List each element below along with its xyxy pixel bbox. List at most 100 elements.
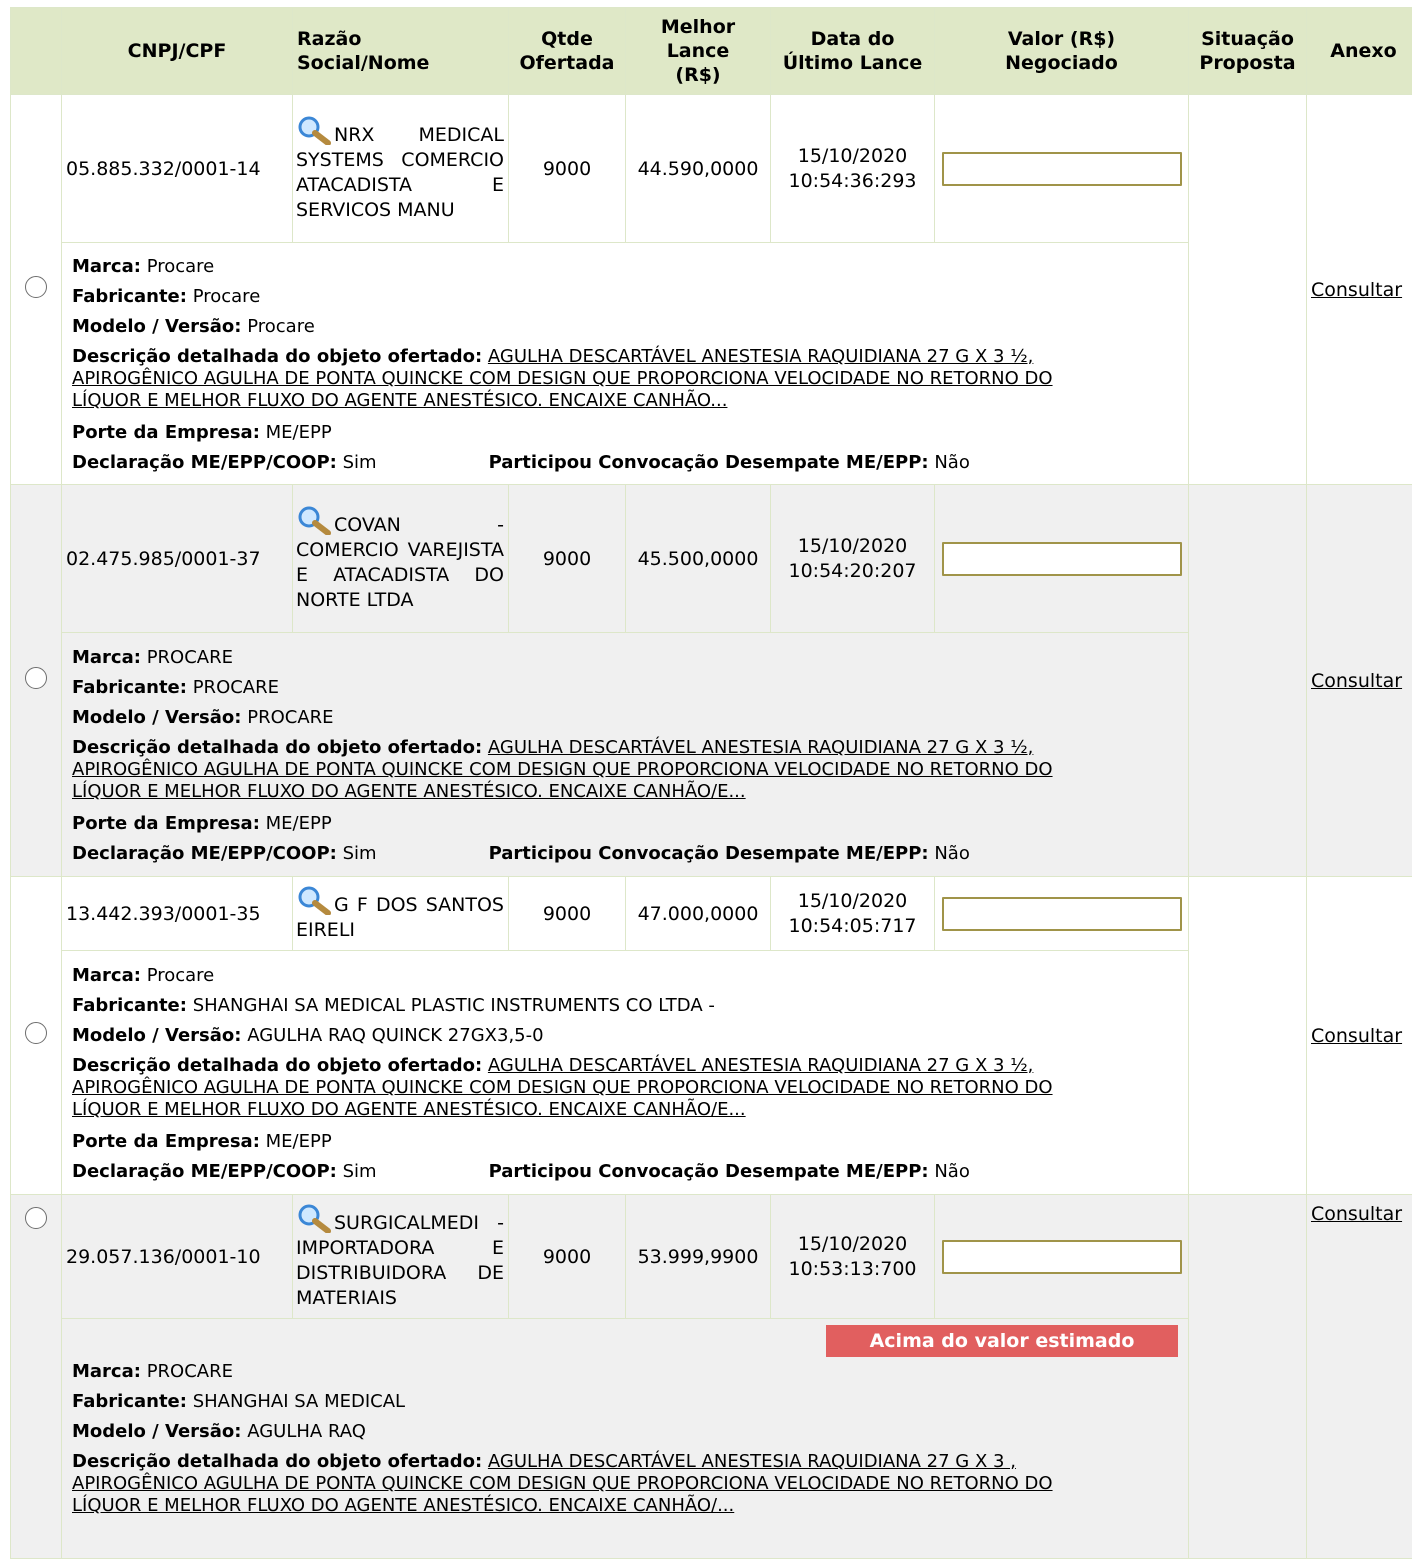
anexo-cell: Consultar	[1307, 1195, 1412, 1559]
radio-button[interactable]	[25, 1022, 47, 1044]
porte-value: ME/EPP	[266, 1131, 332, 1152]
modelo-value: PROCARE	[247, 707, 333, 728]
declaracao-label: Declaração ME/EPP/COOP:	[72, 1161, 337, 1182]
date-text: 15/10/2020	[798, 1233, 908, 1255]
razao-cell: G F DOS SANTOS EIRELI	[293, 877, 509, 951]
participou-value: Não	[934, 843, 970, 864]
consultar-link[interactable]: Consultar	[1311, 1203, 1402, 1225]
descricao-label: Descrição detalhada do objeto ofertado:	[72, 737, 482, 758]
marca-value: PROCARE	[147, 1361, 233, 1382]
porte-label: Porte da Empresa:	[72, 813, 260, 834]
header-data: Data doÚltimo Lance	[771, 8, 935, 95]
porte-value: ME/EPP	[266, 422, 332, 443]
fabricante-label: Fabricante:	[72, 1391, 187, 1412]
declaracao-label: Declaração ME/EPP/COOP:	[72, 452, 337, 473]
data-cell: 15/10/202010:53:13:700	[771, 1195, 935, 1319]
magnifier-icon[interactable]	[296, 885, 332, 915]
consultar-link[interactable]: Consultar	[1311, 670, 1402, 692]
declaracao-value: Sim	[343, 452, 377, 473]
consultar-link[interactable]: Consultar	[1311, 1025, 1402, 1047]
lance-cell: 47.000,0000	[626, 877, 771, 951]
radio-button[interactable]	[25, 667, 47, 689]
valor-negociado-input[interactable]	[942, 897, 1182, 931]
modelo-value: Procare	[247, 316, 315, 337]
modelo-label: Modelo / Versão:	[72, 707, 241, 728]
consultar-link[interactable]: Consultar	[1311, 279, 1402, 301]
table-header: CNPJ/CPF RazãoSocial/Nome QtdeOfertada M…	[11, 8, 1412, 95]
table-row: 13.442.393/0001-35 G F DOS SANTOS EIRELI…	[11, 877, 1412, 951]
magnifier-icon[interactable]	[296, 505, 332, 535]
participou-label: Participou Convocação Desempate ME/EPP:	[489, 843, 929, 864]
table-row: 05.885.332/0001-14 NRX MEDICAL SYSTEMS C…	[11, 95, 1412, 243]
table-row: 29.057.136/0001-10 SURGICALMEDI - IMPORT…	[11, 1195, 1412, 1319]
valor-cell	[935, 95, 1189, 243]
detail-cell: Acima do valor estimado Marca: PROCARE F…	[62, 1319, 1189, 1559]
anexo-cell: Consultar	[1307, 485, 1412, 877]
descricao-label: Descrição detalhada do objeto ofertado:	[72, 1451, 482, 1472]
row-select-cell	[11, 485, 62, 877]
row-select-cell	[11, 877, 62, 1195]
header-melhor-lance: MelhorLance(R$)	[626, 8, 771, 95]
time-text: 10:54:20:207	[789, 560, 917, 582]
qtde-cell: 9000	[509, 485, 626, 633]
date-text: 15/10/2020	[798, 890, 908, 912]
magnifier-icon[interactable]	[296, 1203, 332, 1233]
date-text: 15/10/2020	[798, 145, 908, 167]
fabricante-value: Procare	[193, 286, 261, 307]
porte-label: Porte da Empresa:	[72, 422, 260, 443]
qtde-cell: 9000	[509, 95, 626, 243]
detail-cell: Marca: Procare Fabricante: Procare Model…	[62, 243, 1189, 485]
data-cell: 15/10/2020 10:54:36:293	[771, 95, 935, 243]
header-select	[11, 8, 62, 95]
fabricante-value: PROCARE	[193, 677, 279, 698]
participou-label: Participou Convocação Desempate ME/EPP:	[489, 452, 929, 473]
marca-label: Marca:	[72, 647, 141, 668]
valor-negociado-input[interactable]	[942, 542, 1182, 576]
valor-negociado-input[interactable]	[942, 1240, 1182, 1274]
lance-cell: 44.590,0000	[626, 95, 771, 243]
situacao-cell	[1189, 95, 1307, 485]
header-valor: Valor (R$)Negociado	[935, 8, 1189, 95]
valor-negociado-input[interactable]	[942, 152, 1182, 186]
modelo-label: Modelo / Versão:	[72, 1025, 241, 1046]
time-text: 10:54:36:293	[789, 170, 917, 192]
razao-cell: COVAN - COMERCIO VAREJISTA E ATACADISTA …	[293, 485, 509, 633]
data-cell: 15/10/202010:54:20:207	[771, 485, 935, 633]
marca-value: Procare	[147, 965, 215, 986]
radio-button[interactable]	[25, 276, 47, 298]
marca-value: Procare	[147, 256, 215, 277]
declaracao-label: Declaração ME/EPP/COOP:	[72, 843, 337, 864]
descricao-label: Descrição detalhada do objeto ofertado:	[72, 346, 482, 367]
valor-cell	[935, 877, 1189, 951]
declaracao-value: Sim	[343, 1161, 377, 1182]
descricao-label: Descrição detalhada do objeto ofertado:	[72, 1055, 482, 1076]
cnpj-cell: 02.475.985/0001-37	[62, 485, 293, 633]
fabricante-value: SHANGHAI SA MEDICAL PLASTIC INSTRUMENTS …	[193, 995, 715, 1016]
situacao-cell	[1189, 877, 1307, 1195]
declaracao-value: Sim	[343, 843, 377, 864]
fabricante-label: Fabricante:	[72, 995, 187, 1016]
marca-value: PROCARE	[147, 647, 233, 668]
porte-value: ME/EPP	[266, 813, 332, 834]
qtde-cell: 9000	[509, 1195, 626, 1319]
magnifier-icon[interactable]	[296, 115, 332, 145]
proposals-table: CNPJ/CPF RazãoSocial/Nome QtdeOfertada M…	[10, 7, 1412, 1559]
data-cell: 15/10/202010:54:05:717	[771, 877, 935, 951]
modelo-label: Modelo / Versão:	[72, 316, 241, 337]
anexo-cell: Consultar	[1307, 877, 1412, 1195]
situacao-cell	[1189, 485, 1307, 877]
anexo-cell: Consultar	[1307, 95, 1412, 485]
cnpj-cell: 29.057.136/0001-10	[62, 1195, 293, 1319]
header-situacao: SituaçãoProposta	[1189, 8, 1307, 95]
header-razao: RazãoSocial/Nome	[293, 8, 509, 95]
header-anexo: Anexo	[1307, 8, 1412, 95]
detail-cell: Marca: Procare Fabricante: SHANGHAI SA M…	[62, 951, 1189, 1195]
detail-cell: Marca: PROCARE Fabricante: PROCARE Model…	[62, 633, 1189, 877]
qtde-cell: 9000	[509, 877, 626, 951]
modelo-value: AGULHA RAQ QUINCK 27GX3,5-0	[247, 1025, 543, 1046]
header-cnpj: CNPJ/CPF	[62, 8, 293, 95]
radio-button[interactable]	[25, 1207, 47, 1229]
participou-label: Participou Convocação Desempate ME/EPP:	[489, 1161, 929, 1182]
table-row: 02.475.985/0001-37 COVAN - COMERCIO VARE…	[11, 485, 1412, 633]
porte-label: Porte da Empresa:	[72, 1131, 260, 1152]
